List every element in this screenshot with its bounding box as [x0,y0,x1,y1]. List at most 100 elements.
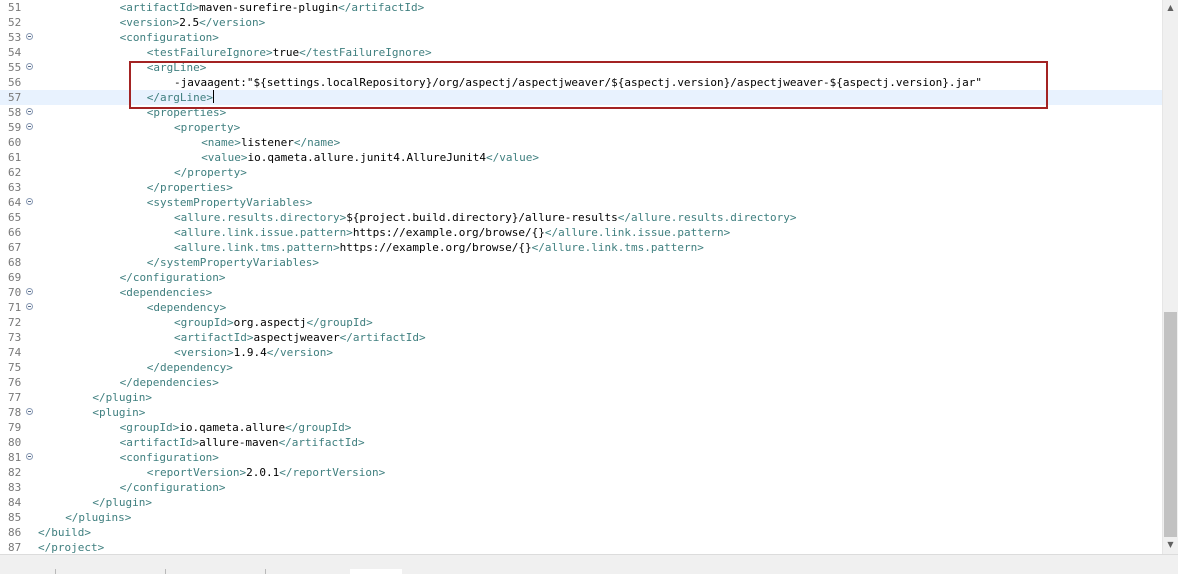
chevron-up-icon[interactable]: ▲ [1163,0,1178,16]
fold-collapse-icon[interactable] [26,123,33,130]
code-line[interactable]: 66 <allure.link.issue.pattern>https://exa… [0,225,1162,240]
code-line[interactable]: 79 <groupId>io.qameta.allure</groupId> [0,420,1162,435]
code-line[interactable]: 60 <name>listener</name> [0,135,1162,150]
fold-collapse-icon[interactable] [26,303,33,310]
code-line[interactable]: 78 <plugin> [0,405,1162,420]
code-line[interactable]: 83 </configuration> [0,480,1162,495]
code-line[interactable]: 71 <dependency> [0,300,1162,315]
xml-tag: </artifactId> [338,1,425,14]
xml-tag: </properties> [146,181,233,194]
xml-tag: <reportVersion> [146,466,247,479]
xml-tag: </name> [293,136,341,149]
code-line[interactable]: 53 <configuration> [0,30,1162,45]
code-line[interactable]: 77 </plugin> [0,390,1162,405]
fold-collapse-icon[interactable] [26,63,33,70]
line-number: 86 [8,526,22,539]
line-number: 60 [8,136,22,149]
xml-tag: <allure.results.directory> [174,211,347,224]
code-line[interactable]: 85 </plugins> [0,510,1162,525]
vertical-scrollbar[interactable]: ▲ ▼ [1162,0,1178,554]
code-line[interactable]: 68 </systemPropertyVariables> [0,255,1162,270]
code-line[interactable]: 64 <systemPropertyVariables> [0,195,1162,210]
active-tab-indicator[interactable] [350,569,402,574]
code-text: <artifactId>aspectjweaver</artifactId> [38,330,426,345]
xml-tag: </artifactId> [278,436,365,449]
xml-text: 1.9.4 [233,346,267,359]
xml-text: allure-maven [199,436,279,449]
code-text: <name>listener</name> [38,135,340,150]
code-line[interactable]: 51 <artifactId>maven-surefire-plugin</art… [0,0,1162,15]
code-text: <systemPropertyVariables> [38,195,313,210]
xml-tag: </allure.link.issue.pattern> [544,226,731,239]
code-line[interactable]: 81 <configuration> [0,450,1162,465]
line-number: 85 [8,511,22,524]
code-text: <allure.link.tms.pattern>https://example… [38,240,704,255]
fold-collapse-icon[interactable] [26,408,33,415]
code-text: <configuration> [38,30,219,45]
code-line[interactable]: 67 <allure.link.tms.pattern>https://examp… [0,240,1162,255]
code-editor[interactable]: 51 <artifactId>maven-surefire-plugin</art… [0,0,1162,554]
code-line[interactable]: 52 <version>2.5</version> [0,15,1162,30]
xml-tag: <artifactId> [174,331,254,344]
code-text: <groupId>io.qameta.allure</groupId> [38,420,352,435]
xml-tag: <version> [174,346,234,359]
code-line[interactable]: 76 </dependencies> [0,375,1162,390]
code-text: </properties> [38,180,233,195]
code-line[interactable]: 86 </build> [0,525,1162,540]
scrollbar-thumb[interactable] [1164,312,1177,537]
xml-tag: </value> [485,151,539,164]
code-line[interactable]: 75 </dependency> [0,360,1162,375]
xml-tag: </project> [38,541,105,554]
code-text: <dependencies> [38,285,213,300]
code-text: <property> [38,120,240,135]
xml-tag: </reportVersion> [279,466,386,479]
code-line[interactable]: 87 </project> [0,540,1162,554]
code-text: </plugin> [38,495,152,510]
xml-tag: </artifactId> [339,331,426,344]
fold-collapse-icon[interactable] [26,108,33,115]
xml-tag: <allure.link.issue.pattern> [174,226,353,239]
code-text: </build> [38,525,91,540]
code-line[interactable]: 59 <property> [0,120,1162,135]
code-line[interactable]: 70 <dependencies> [0,285,1162,300]
code-line[interactable]: 80 <artifactId>allure-maven</artifactId> [0,435,1162,450]
code-line[interactable]: 72 <groupId>org.aspectj</groupId> [0,315,1162,330]
xml-tag: <property> [174,121,241,134]
xml-text: 2.5 [179,16,200,29]
line-number: 65 [8,211,22,224]
code-line[interactable]: 74 <version>1.9.4</version> [0,345,1162,360]
code-line[interactable]: 54 <testFailureIgnore>true</testFailureIg… [0,45,1162,60]
fold-collapse-icon[interactable] [26,33,33,40]
code-text: <allure.results.directory>${project.buil… [38,210,797,225]
chevron-down-icon[interactable]: ▼ [1163,537,1178,553]
line-number: 77 [8,391,22,404]
code-line[interactable]: 82 <reportVersion>2.0.1</reportVersion> [0,465,1162,480]
fold-collapse-icon[interactable] [26,288,33,295]
code-text: <plugin> [38,405,145,420]
code-line[interactable]: 73 <artifactId>aspectjweaver</artifactId> [0,330,1162,345]
xml-text: io.qameta.allure [179,421,286,434]
code-line[interactable]: 62 </property> [0,165,1162,180]
code-text: <configuration> [38,450,219,465]
xml-tag: </dependencies> [119,376,219,389]
horizontal-scrollbar[interactable] [0,554,1178,574]
line-number: 76 [8,376,22,389]
code-line[interactable]: 84 </plugin> [0,495,1162,510]
fold-collapse-icon[interactable] [26,453,33,460]
code-line[interactable]: 63 </properties> [0,180,1162,195]
code-text: <version>2.5</version> [38,15,266,30]
code-line[interactable]: 61 <value>io.qameta.allure.junit4.AllureJ… [0,150,1162,165]
code-text: <groupId>org.aspectj</groupId> [38,315,373,330]
xml-tag: </plugin> [92,391,152,404]
code-text: </dependency> [38,360,233,375]
code-line[interactable]: 65 <allure.results.directory>${project.bu… [0,210,1162,225]
xml-tag: <name> [201,136,241,149]
code-line[interactable]: 69 </configuration> [0,270,1162,285]
fold-collapse-icon[interactable] [26,198,33,205]
tab-divider [55,569,166,574]
code-text: </configuration> [38,480,226,495]
xml-text: io.qameta.allure.junit4.AllureJunit4 [247,151,486,164]
code-text: <version>1.9.4</version> [38,345,333,360]
line-number: 87 [8,541,22,554]
xml-tag: <configuration> [119,451,219,464]
